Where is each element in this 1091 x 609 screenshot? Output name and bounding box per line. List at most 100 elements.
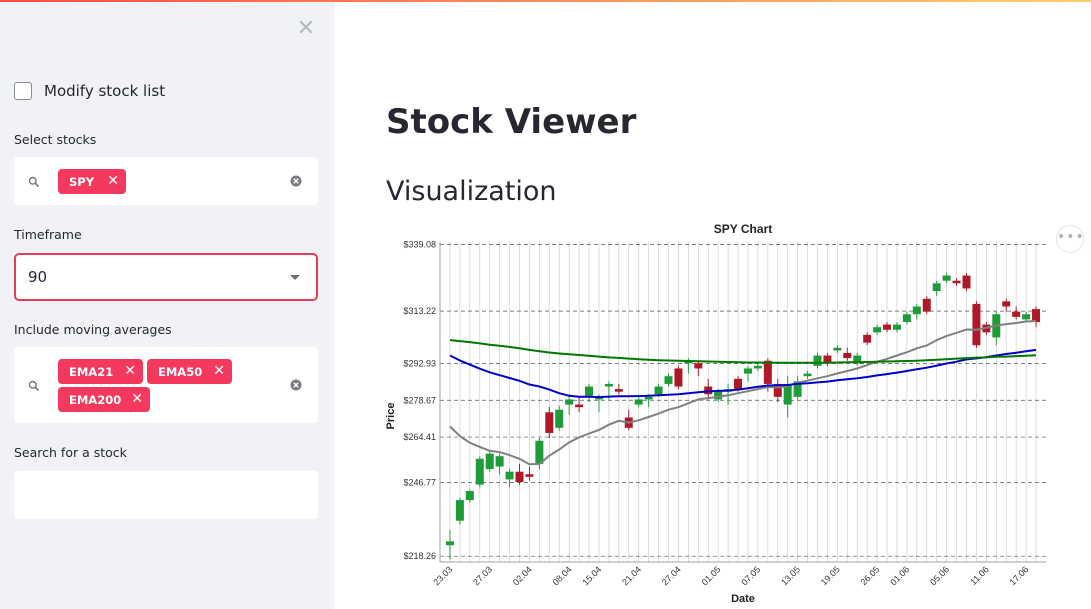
x-tick-label: 02.04	[511, 564, 534, 587]
candle-up	[912, 306, 921, 315]
candle-down	[763, 360, 772, 384]
remove-tag-icon[interactable]: ✕	[131, 392, 143, 406]
x-tick-label: 05.06	[928, 564, 951, 587]
candle-up	[833, 347, 842, 351]
candle-down	[863, 334, 872, 343]
candle-up	[604, 383, 613, 387]
chevron-down-icon[interactable]	[290, 275, 300, 280]
candle-down	[952, 280, 961, 284]
candle-up	[873, 327, 882, 333]
tag-spy: SPY ✕	[58, 169, 126, 194]
candle-up	[475, 458, 484, 485]
candle-up	[644, 396, 653, 400]
x-tick-label: 11.06	[968, 564, 991, 587]
y-tick-label: $339.08	[403, 239, 436, 249]
candle-down	[1002, 301, 1011, 307]
x-tick-label: 08.04	[551, 564, 574, 587]
candle-up	[495, 456, 504, 467]
y-tick-label: $313.22	[403, 306, 436, 316]
candle-down	[883, 324, 892, 330]
candle-down	[545, 412, 554, 433]
candle-down	[972, 303, 981, 346]
tag-ema200: EMA200 ✕	[58, 387, 150, 412]
candle-down	[515, 471, 524, 482]
x-tick-label: 17.06	[1008, 564, 1031, 587]
candle-down	[614, 389, 623, 392]
candle-up	[455, 500, 464, 521]
modify-stock-list-checkbox[interactable]	[14, 82, 32, 100]
tag-ema200-label: EMA200	[69, 392, 122, 407]
select-stocks-input[interactable]: SPY ✕	[14, 157, 318, 205]
remove-tag-icon[interactable]: ✕	[107, 174, 119, 188]
candle-up	[664, 376, 673, 384]
candle-up	[942, 275, 951, 281]
x-axis-title: Date	[731, 593, 755, 605]
candle-up	[585, 386, 594, 397]
x-tick-label: 01.06	[888, 564, 911, 587]
chart-title: SPY Chart	[714, 222, 772, 236]
tag-ema50: EMA50 ✕	[147, 359, 232, 384]
candle-up	[1022, 314, 1031, 320]
x-tick-label: 27.04	[660, 564, 683, 587]
candle-up	[813, 355, 822, 366]
timeframe-select[interactable]: 90	[14, 253, 318, 301]
candle-up	[932, 283, 941, 292]
x-tick-label: 07.05	[739, 564, 762, 587]
candle-up	[753, 365, 762, 369]
candle-down	[525, 474, 534, 477]
candle-up	[743, 368, 752, 374]
section-title: Visualization	[386, 176, 557, 207]
modify-stock-list-label: Modify stock list	[44, 82, 166, 100]
select-stocks-label: Select stocks	[14, 132, 97, 147]
clear-icon[interactable]	[290, 175, 302, 187]
candle-down	[843, 352, 852, 359]
candle-down	[694, 363, 703, 369]
candle-down	[1032, 309, 1041, 322]
more-options-button[interactable]: •••	[1056, 225, 1084, 253]
ema200-line	[449, 339, 1037, 364]
x-tick-label: 01.05	[700, 564, 723, 587]
x-tick-label: 21.04	[620, 564, 643, 587]
candle-down	[962, 275, 971, 289]
candle-down	[922, 298, 931, 312]
tag-ema21: EMA21 ✕	[58, 359, 143, 384]
search-icon	[28, 176, 40, 188]
sidebar: ✕ Modify stock list Select stocks SPY ✕ …	[0, 2, 334, 609]
moving-averages-input[interactable]: EMA21 ✕ EMA50 ✕ EMA200 ✕	[14, 347, 318, 423]
timeframe-value: 90	[28, 268, 48, 286]
x-tick-label: 23.03	[431, 564, 454, 587]
search-stock-label: Search for a stock	[14, 445, 127, 460]
candle-up	[485, 453, 494, 470]
spy-chart: $218.26 $246.77 $264.41 $278.67 $292.93 $313.…	[385, 222, 1046, 605]
remove-tag-icon[interactable]: ✕	[124, 364, 136, 378]
modify-stock-list-checkbox-row[interactable]: Modify stock list	[14, 82, 165, 100]
x-tick-label: 27.03	[471, 564, 494, 587]
candle-down	[575, 404, 584, 408]
candle-up	[634, 399, 643, 405]
candle-up	[902, 314, 911, 322]
ema50-line	[449, 348, 1037, 399]
tag-ema50-label: EMA50	[158, 364, 203, 379]
tag-spy-label: SPY	[69, 174, 95, 189]
candle-up	[555, 409, 564, 428]
candle-down	[674, 368, 683, 387]
candle-up	[654, 386, 663, 395]
candle-up	[565, 399, 574, 405]
y-tick-label: $278.67	[403, 395, 436, 405]
candle-up	[505, 471, 514, 480]
x-tick-label: 26.05	[859, 564, 882, 587]
candle-up	[465, 491, 474, 501]
x-tick-label: 15.04	[580, 564, 603, 587]
candle-up	[803, 373, 812, 377]
remove-tag-icon[interactable]: ✕	[213, 364, 225, 378]
y-tick-label: $218.26	[403, 551, 436, 561]
candle-down	[734, 378, 743, 390]
clear-icon[interactable]	[290, 379, 302, 391]
y-axis-title: Price	[385, 403, 397, 430]
candle-up	[445, 541, 454, 546]
close-icon[interactable]: ✕	[295, 18, 317, 40]
timeframe-label: Timeframe	[14, 227, 82, 242]
search-stock-input[interactable]	[14, 471, 318, 519]
x-tick-label: 19.05	[819, 564, 842, 587]
y-tick-label: $292.93	[403, 358, 436, 368]
